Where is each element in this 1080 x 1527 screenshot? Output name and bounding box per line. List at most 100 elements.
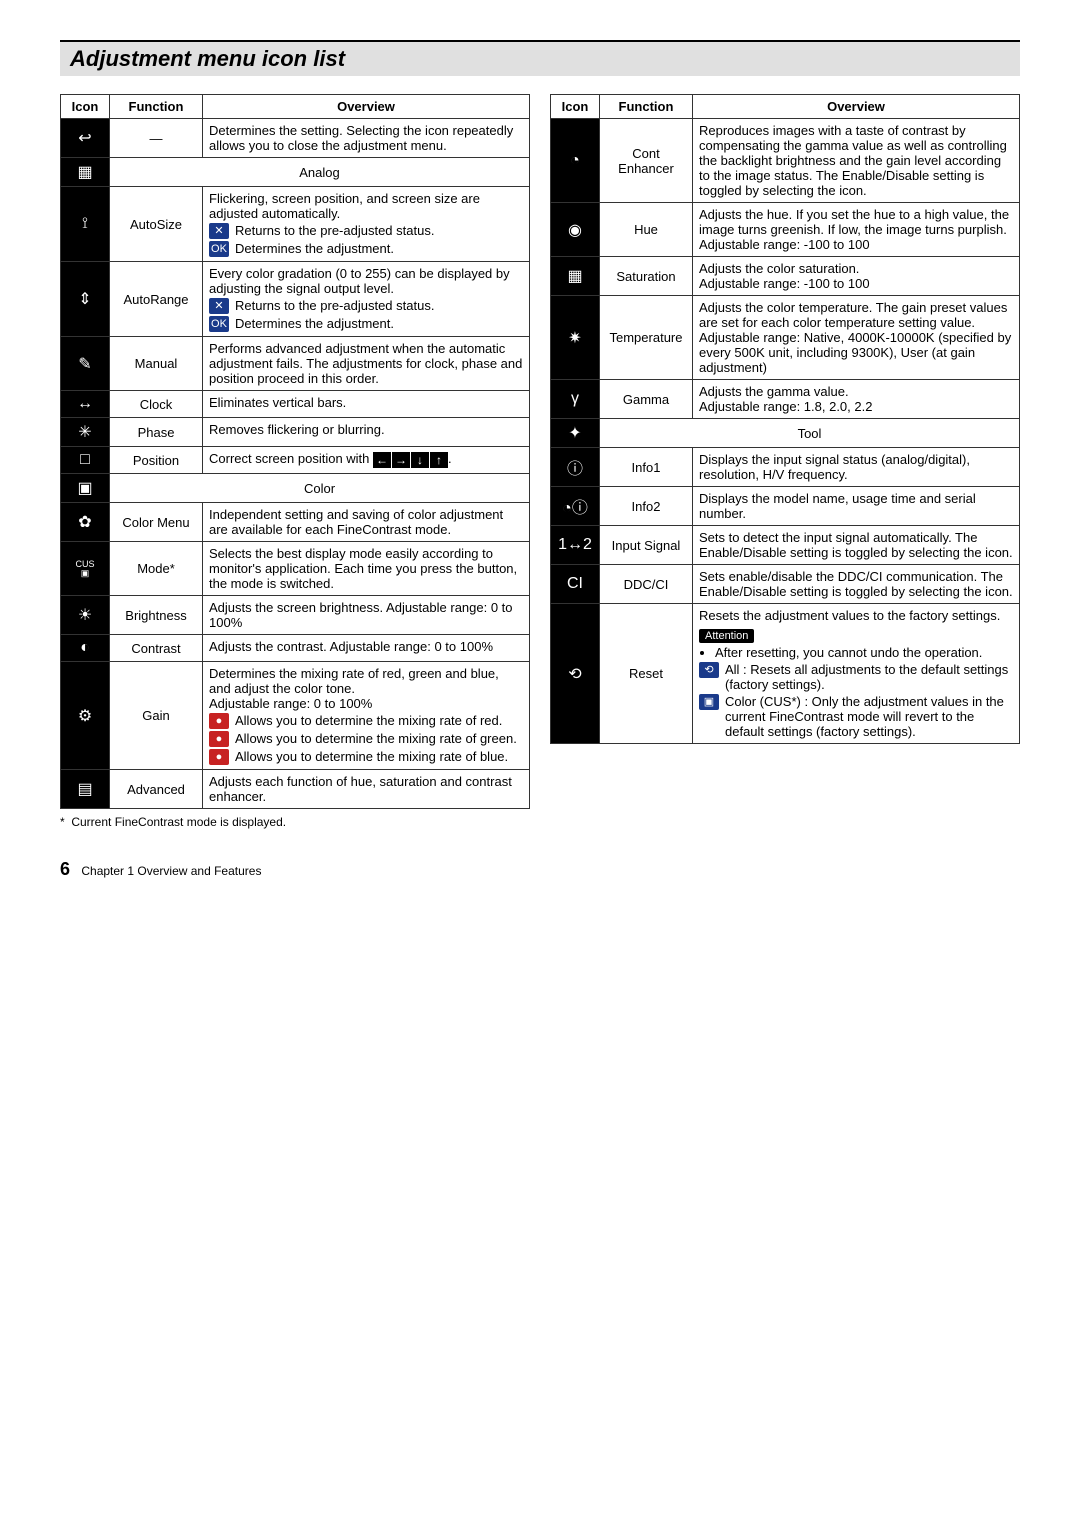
- header-overview: Overview: [203, 95, 530, 119]
- function-cell: Gain: [110, 662, 203, 770]
- overview-cell: Determines the mixing rate of red, green…: [203, 662, 530, 770]
- function-cell: Contrast: [110, 635, 203, 662]
- left-table: Icon Function Overview ↩—Determines the …: [60, 94, 530, 809]
- sub-text: Allows you to determine the mixing rate …: [235, 749, 523, 764]
- function-cell: AutoSize: [110, 187, 203, 262]
- inline-icon: ●: [209, 731, 229, 747]
- row-icon: ⓘ: [551, 448, 600, 487]
- table-row: CIDDC/CISets enable/disable the DDC/CI c…: [551, 565, 1020, 604]
- row-icon: ↔: [61, 391, 110, 418]
- function-cell: Gamma: [600, 380, 693, 419]
- row-icon: ◉: [551, 203, 600, 257]
- overview-cell: Adjusts the color saturation.Adjustable …: [693, 257, 1020, 296]
- section-label: Analog: [110, 158, 530, 187]
- function-cell: Temperature: [600, 296, 693, 380]
- table-row: γGammaAdjusts the gamma value.Adjustable…: [551, 380, 1020, 419]
- header-icon: Icon: [61, 95, 110, 119]
- overview-cell: Removes flickering or blurring.: [203, 418, 530, 447]
- sub-item: OK Determines the adjustment.: [209, 241, 523, 257]
- overview-cell: Eliminates vertical bars.: [203, 391, 530, 418]
- section-icon: ▣: [61, 474, 110, 503]
- row-icon: ☀: [61, 596, 110, 635]
- row-icon: ⟲: [551, 604, 600, 744]
- sub-text: Returns to the pre-adjusted status.: [235, 223, 523, 238]
- overview-cell: Adjusts the hue. If you set the hue to a…: [693, 203, 1020, 257]
- table-row: ☀BrightnessAdjusts the screen brightness…: [61, 596, 530, 635]
- function-cell: —: [110, 119, 203, 158]
- sub-text: Determines the adjustment.: [235, 316, 523, 331]
- header-icon: Icon: [551, 95, 600, 119]
- row-icon: ⚙: [61, 662, 110, 770]
- sub-item: ⟲ All : Resets all adjustments to the def…: [699, 662, 1013, 692]
- overview-cell: Selects the best display mode easily acc…: [203, 542, 530, 596]
- overview-cell: Adjusts the contrast. Adjustable range: …: [203, 635, 530, 662]
- overview-cell: Every color gradation (0 to 255) can be …: [203, 262, 530, 337]
- function-cell: DDC/CI: [600, 565, 693, 604]
- sub-item: ●Allows you to determine the mixing rate…: [209, 731, 523, 747]
- overview-cell: Adjusts each function of hue, saturation…: [203, 770, 530, 809]
- function-cell: Hue: [600, 203, 693, 257]
- section-row: ✦Tool: [551, 419, 1020, 448]
- inline-icon: ▣: [699, 694, 719, 710]
- overview-cell: Adjusts the screen brightness. Adjustabl…: [203, 596, 530, 635]
- row-icon: ▦: [551, 257, 600, 296]
- function-cell: Advanced: [110, 770, 203, 809]
- sub-text: Color (CUS*) : Only the adjustment value…: [725, 694, 1013, 739]
- row-icon: ⟟: [61, 187, 110, 262]
- row-icon: ▤: [61, 770, 110, 809]
- table-row: ▦SaturationAdjusts the color saturation.…: [551, 257, 1020, 296]
- overview-cell: Independent setting and saving of color …: [203, 503, 530, 542]
- sub-item: ✕ Returns to the pre-adjusted status.: [209, 223, 523, 239]
- inline-icon: ✕: [209, 223, 229, 239]
- inline-icon: ⟲: [699, 662, 719, 678]
- table-row: ✿Color MenuIndependent setting and savin…: [61, 503, 530, 542]
- inline-icon: ●: [209, 713, 229, 729]
- row-icon: ✿: [61, 503, 110, 542]
- row-icon: ↩: [61, 119, 110, 158]
- table-row: ⓘInfo1Displays the input signal status (…: [551, 448, 1020, 487]
- inline-icon: ●: [209, 749, 229, 765]
- inline-icon: ✕: [209, 298, 229, 314]
- table-row: ↩—Determines the setting. Selecting the …: [61, 119, 530, 158]
- attention-badge: Attention: [699, 629, 754, 643]
- page-title: Adjustment menu icon list: [70, 46, 1010, 72]
- arrow-icons: ←→↓↑: [373, 452, 448, 468]
- row-icon: ◔: [551, 119, 600, 203]
- row-icon: CI: [551, 565, 600, 604]
- row-icon: ◐: [61, 635, 110, 662]
- header-function: Function: [110, 95, 203, 119]
- inline-icon: OK: [209, 241, 229, 257]
- function-cell: Cont Enhancer: [600, 119, 693, 203]
- section-row: ▣Color: [61, 474, 530, 503]
- table-row: □PositionCorrect screen position with ←→…: [61, 447, 530, 474]
- header-overview: Overview: [693, 95, 1020, 119]
- row-icon: ◔ⓘ: [551, 487, 600, 526]
- row-icon: CUS▣: [61, 542, 110, 596]
- table-row: ◔Cont EnhancerReproduces images with a t…: [551, 119, 1020, 203]
- overview-cell: Adjusts the color temperature. The gain …: [693, 296, 1020, 380]
- section-icon: ▦: [61, 158, 110, 187]
- overview-cell: Resets the adjustment values to the fact…: [693, 604, 1020, 744]
- sub-item: ✕Returns to the pre-adjusted status.: [209, 298, 523, 314]
- row-icon: ⇕: [61, 262, 110, 337]
- function-cell: AutoRange: [110, 262, 203, 337]
- row-icon: □: [61, 447, 110, 474]
- function-cell: Reset: [600, 604, 693, 744]
- sub-text: Determines the adjustment.: [235, 241, 523, 256]
- table-row: ↔ClockEliminates vertical bars.: [61, 391, 530, 418]
- sub-text: All : Resets all adjustments to the defa…: [725, 662, 1013, 692]
- table-row: ⟲ResetResets the adjustment values to th…: [551, 604, 1020, 744]
- overview-cell: Adjusts the gamma value.Adjustable range…: [693, 380, 1020, 419]
- overview-cell: Displays the model name, usage time and …: [693, 487, 1020, 526]
- overview-cell: Flickering, screen position, and screen …: [203, 187, 530, 262]
- overview-cell: Correct screen position with ←→↓↑.: [203, 447, 530, 474]
- table-row: ✎ManualPerforms advanced adjustment when…: [61, 337, 530, 391]
- chapter-label: Chapter 1 Overview and Features: [81, 864, 261, 878]
- page-number: 6: [60, 859, 70, 879]
- attention-bullet: After resetting, you cannot undo the ope…: [715, 645, 1013, 660]
- sub-item: ● Allows you to determine the mixing rate…: [209, 749, 523, 765]
- sub-text: Allows you to determine the mixing rate …: [235, 713, 523, 728]
- function-cell: Phase: [110, 418, 203, 447]
- overview-cell: Reproduces images with a taste of contra…: [693, 119, 1020, 203]
- table-row: ✳PhaseRemoves flickering or blurring.: [61, 418, 530, 447]
